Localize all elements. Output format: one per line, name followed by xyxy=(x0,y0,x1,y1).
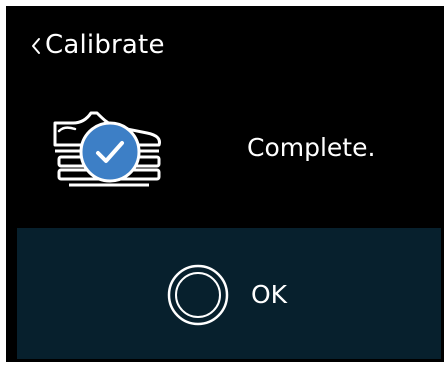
shoe-on-scale-check-icon xyxy=(53,111,161,187)
header: Calibrate xyxy=(9,9,441,85)
ok-label: OK xyxy=(251,280,288,309)
device-screen: Calibrate Complete. OK xyxy=(6,6,444,362)
ring-button-icon xyxy=(167,264,229,326)
footer-panel: OK xyxy=(17,228,441,359)
chevron-left-icon[interactable] xyxy=(29,36,43,56)
status-message: Complete. xyxy=(247,133,376,162)
ok-button[interactable]: OK xyxy=(167,264,307,326)
page-title: Calibrate xyxy=(45,30,165,60)
